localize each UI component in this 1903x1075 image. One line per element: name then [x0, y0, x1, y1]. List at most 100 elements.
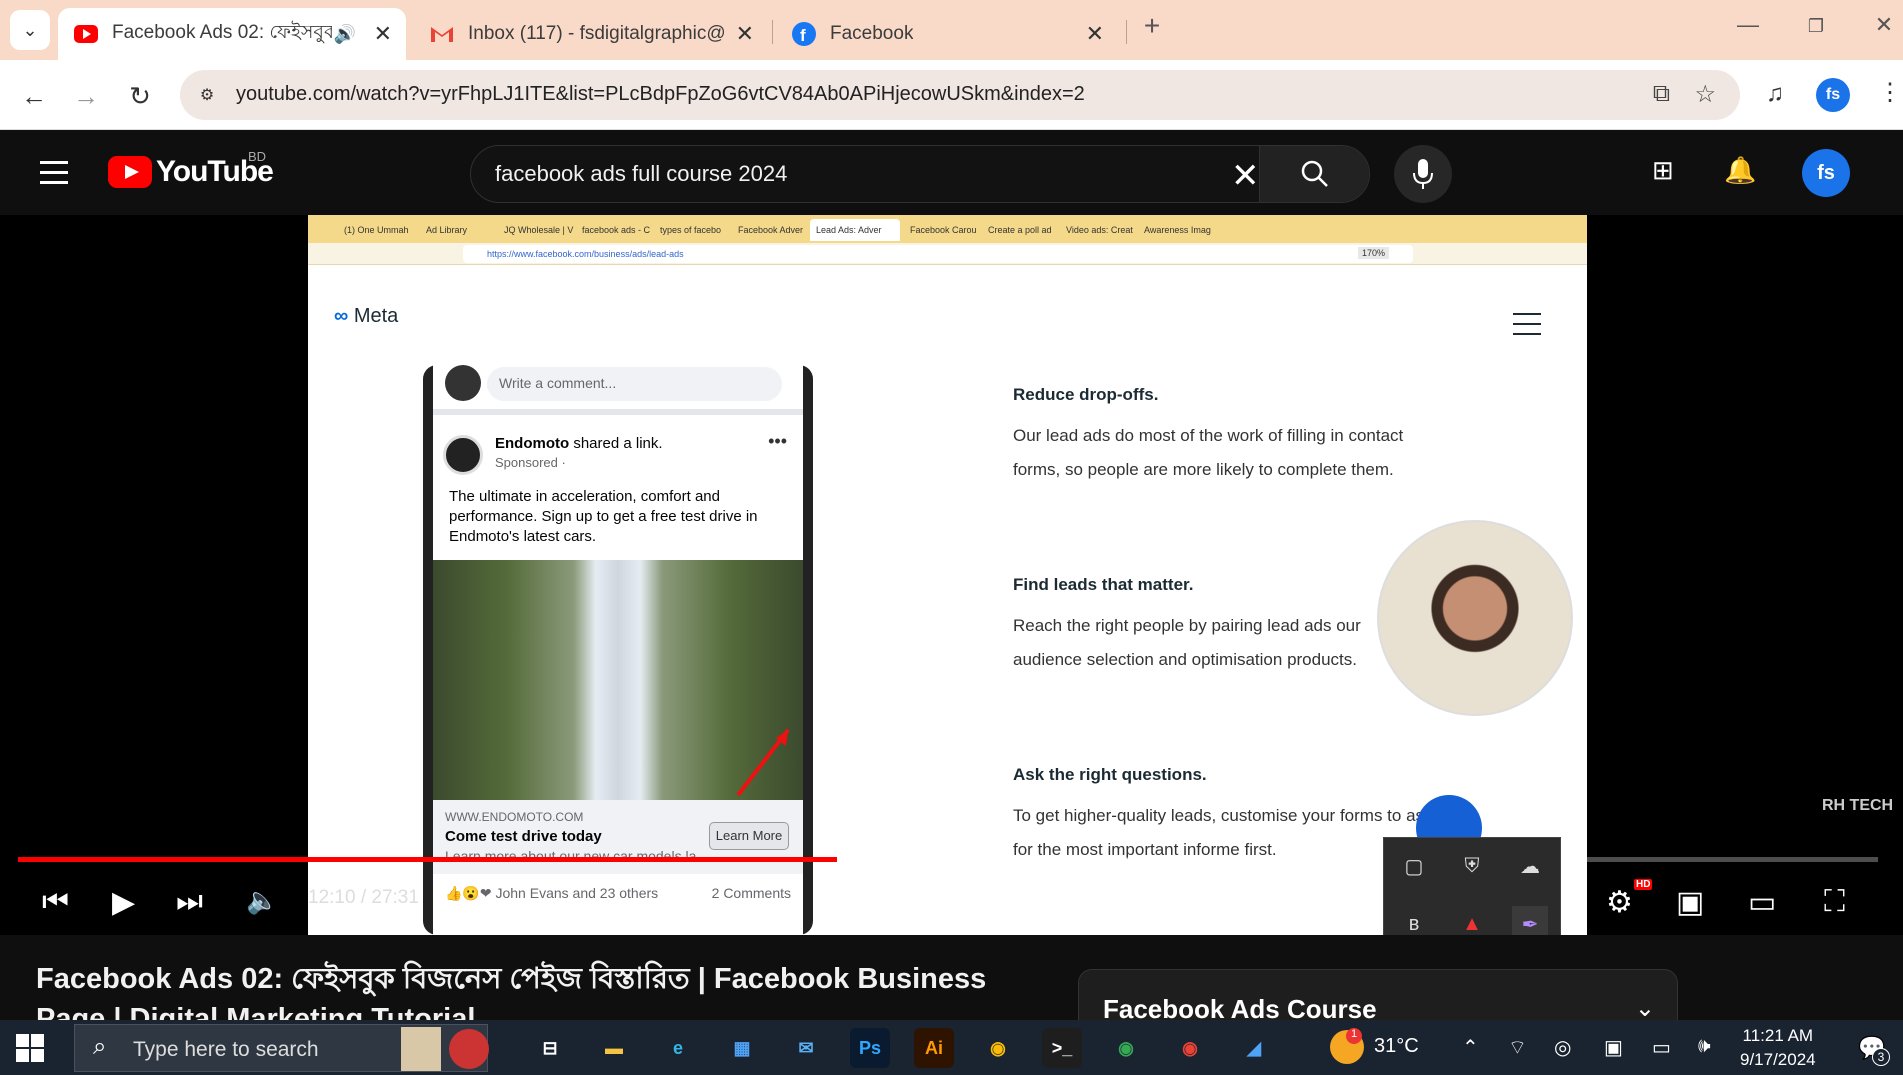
profile-avatar[interactable]: fs	[1816, 78, 1850, 112]
start-button[interactable]	[16, 1034, 44, 1062]
open-in-app-icon[interactable]: ⧉	[1653, 80, 1670, 108]
menu-icon[interactable]	[40, 161, 68, 184]
browser-tab-strip: ⌄ Facebook Ads 02: ফেইসবুক 🔊 ✕ Inbox (11…	[0, 0, 1903, 60]
speaker-icon[interactable]: 🔊	[334, 24, 356, 45]
file-explorer-icon[interactable]: ▬	[594, 1028, 634, 1068]
tab-title: Facebook	[830, 23, 914, 44]
speaker-icon[interactable]: 🕪	[1698, 1035, 1711, 1058]
settings-gear-icon[interactable]: ⚙	[1606, 885, 1633, 920]
search-button[interactable]	[1259, 146, 1369, 202]
clear-search-icon[interactable]: ✕	[1231, 156, 1260, 196]
search-input[interactable]: facebook ads full course 2024	[495, 161, 787, 187]
battery-icon[interactable]: ▭	[1652, 1035, 1671, 1060]
search-box[interactable]: facebook ads full course 2024 ✕	[470, 145, 1370, 203]
reload-button[interactable]: ↻	[120, 76, 160, 116]
chevron-up-icon[interactable]: ⌃	[1462, 1035, 1479, 1060]
close-icon[interactable]: ✕	[1086, 21, 1104, 47]
chrome-profile-2-icon[interactable]: ◉	[1170, 1028, 1210, 1068]
tab-title: Inbox (117) - fsdigitalgraphic@	[468, 23, 726, 44]
recorded-tab: Video ads: Creat	[1066, 225, 1133, 235]
more-menu-icon[interactable]: ⋮	[1878, 78, 1902, 107]
taskbar-search[interactable]: ⌕ Type here to search	[74, 1024, 489, 1072]
paint-icon[interactable]: ◢	[1234, 1028, 1274, 1068]
post-comment-count: 2 Comments	[711, 885, 791, 901]
gmail-icon	[430, 22, 454, 46]
media-controls-icon[interactable]: ♫	[1766, 80, 1784, 108]
tab-youtube[interactable]: Facebook Ads 02: ফেইসবুক 🔊 ✕	[58, 8, 406, 60]
phone-mockup: Write a comment... Endomoto shared a lin…	[423, 365, 813, 935]
chrome-icon[interactable]: ◉	[978, 1028, 1018, 1068]
next-icon[interactable]: ⏭	[176, 885, 203, 919]
notifications-bell-icon[interactable]: 🔔	[1724, 155, 1756, 186]
site-settings-icon[interactable]: ⚙	[194, 82, 220, 108]
fullscreen-icon[interactable]: ⛶	[1824, 885, 1845, 919]
forward-button[interactable]: →	[66, 76, 106, 116]
youtube-play-icon	[108, 156, 152, 188]
link-title: Come test drive today	[445, 828, 602, 845]
onedrive-icon[interactable]: ☁	[1512, 848, 1548, 884]
recorded-address-bar: https://www.facebook.com/business/ads/le…	[308, 243, 1587, 265]
theater-mode-icon[interactable]: ▭	[1748, 885, 1776, 920]
edge-icon[interactable]: e	[658, 1028, 698, 1068]
monitor-icon[interactable]: ▢	[1396, 848, 1432, 884]
meta-logo: ∞ Meta	[334, 305, 398, 328]
tab-search-button[interactable]: ⌄	[10, 10, 50, 50]
clock-time: 11:21 AM	[1742, 1026, 1814, 1045]
close-icon[interactable]: ✕	[736, 21, 754, 47]
windows-taskbar: ⌕ Type here to search ⊟ ▬ e ▦ ✉ Ps Ai ◉ >_ ◉ ◉ ◢ 1 …	[0, 1020, 1903, 1075]
video-player[interactable]: (1) One Ummah Ad Library JQ Wholesale | …	[0, 215, 1903, 1015]
account-avatar[interactable]: fs	[1802, 149, 1850, 197]
cast-icon[interactable]: ▣	[1604, 1035, 1623, 1060]
system-clock[interactable]: 11:21 AM 9/17/2024	[1740, 1024, 1816, 1072]
notification-count: 3	[1872, 1048, 1890, 1066]
bookmark-star-icon[interactable]: ☆	[1694, 80, 1716, 109]
progress-bar[interactable]	[18, 857, 1878, 862]
new-tab-button[interactable]: +	[1132, 10, 1172, 42]
tab-gmail[interactable]: Inbox (117) - fsdigitalgraphic@ ✕	[414, 8, 768, 60]
search-highlight-icon	[449, 1029, 489, 1069]
learn-more-button: Learn More	[709, 822, 789, 850]
volume-icon[interactable]: 🔈	[246, 885, 278, 916]
presenter-webcam	[1377, 520, 1573, 716]
wifi-icon[interactable]: ⌔	[1508, 1035, 1527, 1060]
post-reactions: 👍😮❤ John Evans and 23 others	[445, 885, 659, 901]
recorded-tab: types of facebo	[660, 225, 722, 235]
miniplayer-icon[interactable]: ▣	[1676, 885, 1704, 920]
photoshop-icon[interactable]: Ps	[850, 1028, 890, 1068]
mail-icon[interactable]: ✉	[786, 1028, 826, 1068]
back-button[interactable]: ←	[14, 76, 54, 116]
playlist-panel[interactable]: Facebook Ads Course ⌄	[1078, 969, 1678, 1020]
recorded-tab: Ad Library	[426, 225, 468, 235]
voice-search-button[interactable]	[1394, 145, 1452, 203]
meta-menu-icon	[1513, 313, 1541, 343]
terminal-icon[interactable]: >_	[1042, 1028, 1082, 1068]
close-icon[interactable]: ✕	[374, 21, 392, 47]
post-author: Endomoto shared a link.	[495, 435, 663, 452]
search-icon: ⌕	[93, 1033, 107, 1060]
recorded-tab-active: Lead Ads: Adver	[810, 219, 900, 241]
minimize-button[interactable]: —	[1728, 12, 1768, 38]
security-shield-icon[interactable]: ⛨	[1454, 848, 1490, 884]
previous-icon[interactable]: ⏮	[42, 885, 69, 919]
weather-temp[interactable]: 31°C	[1374, 1035, 1419, 1058]
address-bar[interactable]: ⚙ youtube.com/watch?v=yrFhpLJ1ITE&list=P…	[180, 70, 1740, 120]
recorded-browser-tabs: (1) One Ummah Ad Library JQ Wholesale | …	[308, 215, 1587, 243]
store-icon[interactable]: ▦	[722, 1028, 762, 1068]
illustrator-icon[interactable]: Ai	[914, 1028, 954, 1068]
close-window-button[interactable]: ✕	[1864, 12, 1903, 38]
post-text: The ultimate in acceleration, comfort an…	[449, 488, 758, 545]
task-view-icon[interactable]: ⊟	[530, 1028, 570, 1068]
country-code: BD	[248, 149, 267, 164]
meet-now-icon[interactable]: ◎	[1554, 1035, 1571, 1060]
chevron-down-icon[interactable]: ⌄	[1635, 994, 1655, 1020]
create-video-icon[interactable]: ⊞	[1652, 155, 1674, 186]
tab-facebook[interactable]: f Facebook ✕	[776, 8, 1118, 60]
recorded-tab: JQ Wholesale | V	[504, 225, 574, 235]
play-icon[interactable]: ▶	[112, 885, 135, 920]
microphone-icon	[1413, 159, 1433, 189]
meta-infinity-icon: ∞	[334, 305, 349, 327]
restore-button[interactable]: ❐	[1796, 16, 1836, 37]
chrome-profile-icon[interactable]: ◉	[1106, 1028, 1146, 1068]
tab-title: Facebook Ads 02: ফেইসবুক	[112, 22, 332, 43]
link-domain: WWW.ENDOMOTO.COM	[445, 810, 584, 824]
